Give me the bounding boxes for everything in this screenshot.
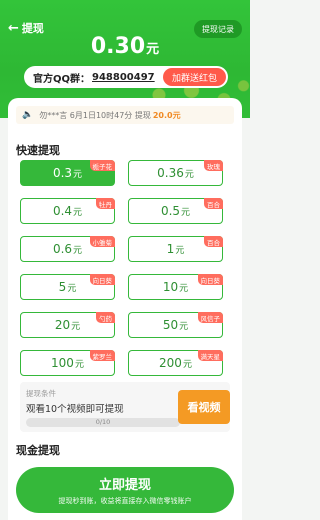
amount-value: 100 (51, 356, 74, 370)
amount-unit: 元 (67, 283, 77, 294)
amount-option[interactable]: 0.36 元玫瑰 (128, 160, 223, 186)
amount-option[interactable]: 0.5 元 百合 (128, 198, 223, 224)
amount-value: 10 (162, 280, 179, 294)
withdraw-now-button[interactable]: 立即提现 提现秒到账，收益将直接存入微信零钱账户 (16, 467, 234, 513)
withdraw-now-sublabel: 提现秒到账，收益将直接存入微信零钱账户 (58, 497, 192, 505)
join-group-button[interactable]: 加群送红包 (162, 68, 226, 86)
amount-value: 20 (54, 318, 71, 332)
amount-option[interactable]: 1 元 百合 (128, 236, 223, 262)
amount-value: 5 (58, 280, 67, 294)
amount-option[interactable]: 100 元紫罗兰 (20, 350, 115, 376)
withdraw-now-label: 立即提现 (98, 478, 151, 493)
amount-tag-badge: 牡丹 (96, 198, 115, 209)
speaker-icon: 🔈 (22, 110, 34, 120)
amount-tag-badge: 紫罗兰 (89, 350, 115, 361)
amount-unit: 元 (181, 207, 191, 218)
amount-value: 0.4 (52, 204, 73, 218)
amount-value: 0.3 (52, 166, 73, 180)
amount-option[interactable]: 0.3 元栀子花 (20, 160, 115, 186)
amount-unit: 元 (179, 321, 189, 332)
balance-amount: 0.30 (90, 34, 146, 59)
amount-tag-badge: 向日葵 (89, 274, 115, 285)
amount-value: 50 (162, 318, 179, 332)
amount-tag-badge: 勺药 (96, 312, 115, 323)
amount-unit: 元 (179, 283, 189, 294)
amount-option[interactable]: 0.4 元 牡丹 (20, 198, 115, 224)
amount-tag-badge: 玫瑰 (204, 160, 223, 171)
amount-unit: 元 (182, 359, 192, 370)
amount-unit: 元 (71, 321, 81, 332)
qq-group-label: 官方QQ群： (33, 73, 91, 85)
amount-value: 0.6 (52, 242, 73, 256)
amount-unit: 元 (73, 207, 83, 218)
amount-unit: 元 (73, 169, 83, 180)
amount-option[interactable]: 50 元风信子 (128, 312, 223, 338)
amount-unit: 元 (74, 359, 84, 370)
amount-option[interactable]: 20 元 勺药 (20, 312, 115, 338)
amount-tag-badge: 百合 (204, 236, 223, 247)
amount-value: 0.36 (157, 166, 184, 180)
balance-display: 0.30元 (0, 34, 250, 59)
notice-amount: 20.0元 (152, 110, 181, 120)
amount-option[interactable]: 5 元 向日葵 (20, 274, 115, 300)
watch-video-button[interactable]: 看视频 (178, 390, 230, 424)
amount-unit: 元 (175, 245, 185, 256)
amount-tag-badge: 小雏菊 (89, 236, 115, 247)
amount-value: 0.5 (160, 204, 181, 218)
amount-option[interactable]: 10 元向日葵 (128, 274, 223, 300)
amount-tag-badge: 栀子花 (89, 160, 115, 171)
progress-text: 0/10 (95, 418, 111, 426)
amount-unit: 元 (73, 245, 83, 256)
withdraw-condition-panel: 提现条件 观看10个视频即可提现 0/10 看视频 (20, 382, 230, 432)
qq-group-bar: 官方QQ群： 948800497 加群送红包 (24, 66, 228, 88)
notice-user: 勿***言 (39, 110, 68, 120)
amount-tag-badge: 百合 (204, 198, 223, 209)
amount-value: 1 (166, 242, 175, 256)
notice-text: 6月1日10时47分 提现 (69, 110, 151, 120)
amount-unit: 元 (184, 169, 194, 180)
amount-tag-badge: 向日葵 (197, 274, 223, 285)
condition-label: 提现条件 (26, 389, 56, 398)
amount-tag-badge: 风信子 (197, 312, 223, 323)
qq-group-number[interactable]: 948800497 (92, 72, 155, 83)
quick-withdraw-title: 快速提现 (16, 144, 60, 157)
cash-withdraw-title: 现金提现 (16, 444, 60, 457)
amount-option[interactable]: 200 元满天星 (128, 350, 223, 376)
condition-text: 观看10个视频即可提现 (26, 404, 124, 415)
withdraw-notice: 🔈 勿***言 6月1日10时47分 提现 20.0元 (16, 106, 234, 124)
amount-tag-badge: 满天星 (197, 350, 223, 361)
amount-value: 200 (159, 356, 182, 370)
amount-option[interactable]: 0.6 元小雏菊 (20, 236, 115, 262)
balance-unit: 元 (146, 42, 160, 57)
back-arrow-icon: ← (8, 20, 19, 36)
